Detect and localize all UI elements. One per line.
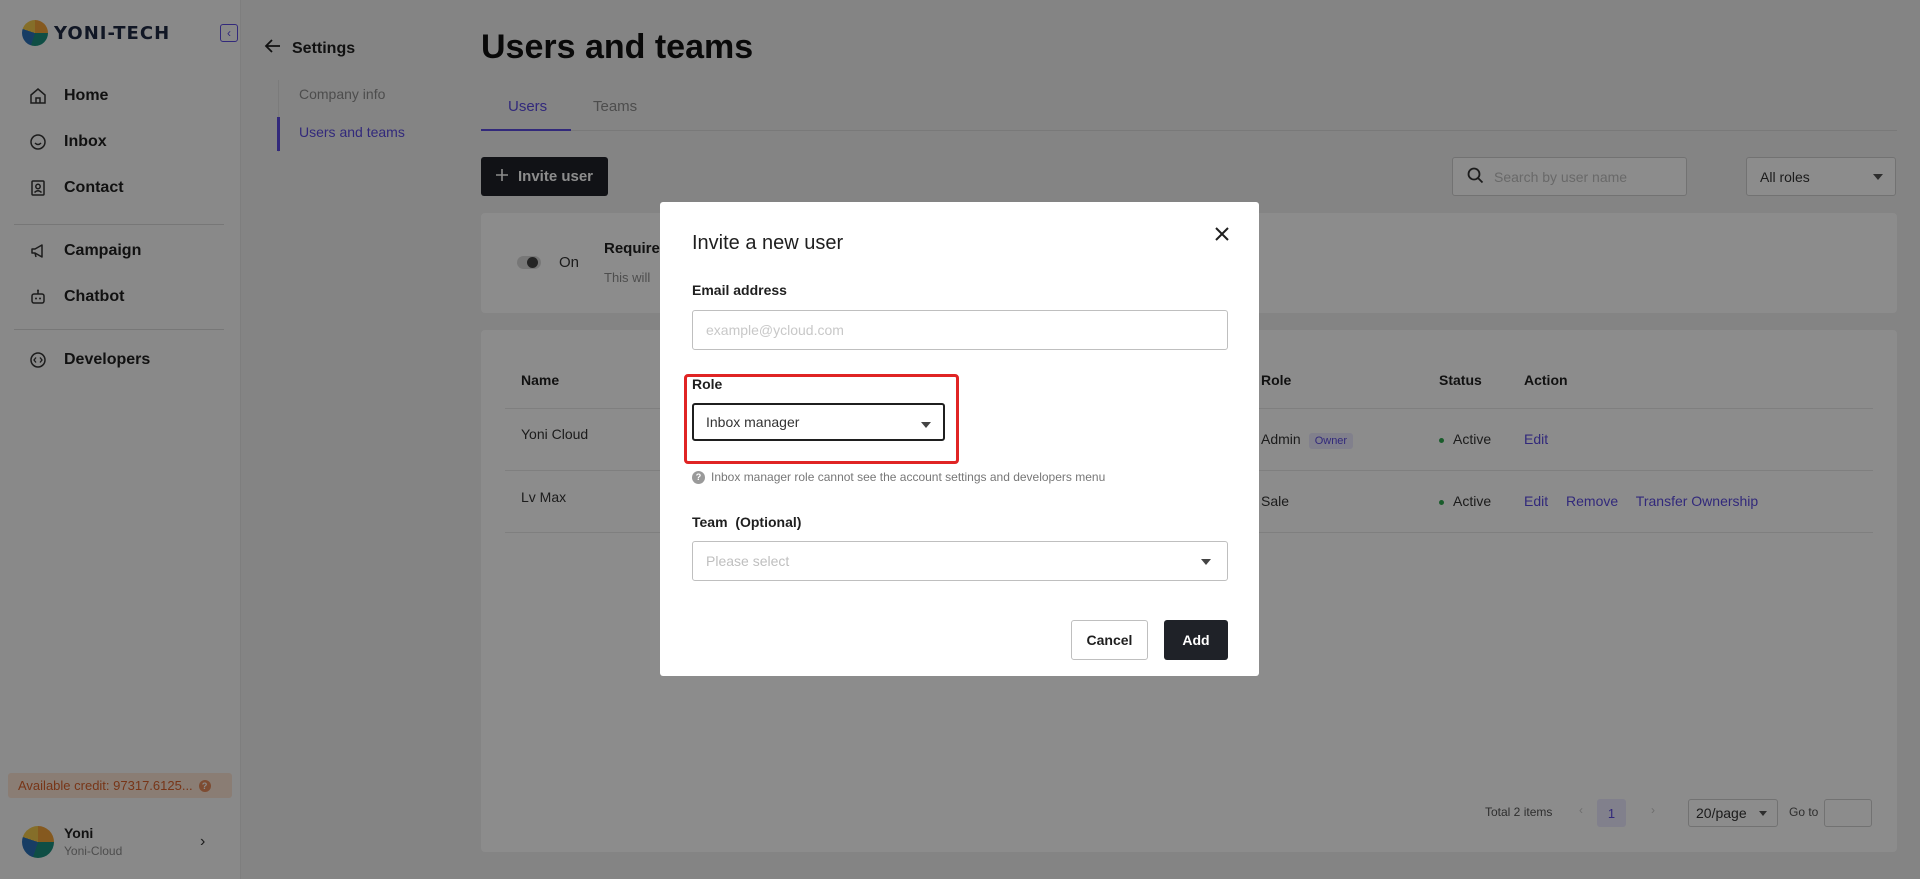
role-select[interactable]: Inbox manager: [692, 403, 945, 441]
role-label: Role: [692, 376, 723, 392]
team-select-placeholder: Please select: [706, 553, 790, 569]
email-label: Email address: [692, 282, 787, 298]
close-button[interactable]: [1210, 224, 1234, 248]
close-icon: [1214, 226, 1230, 247]
caret-down-icon: [1201, 559, 1211, 565]
role-select-value: Inbox manager: [706, 414, 800, 430]
email-field[interactable]: [692, 310, 1228, 350]
caret-down-icon: [921, 422, 931, 428]
modal-title: Invite a new user: [692, 232, 844, 254]
add-button[interactable]: Add: [1164, 620, 1228, 660]
team-select[interactable]: Please select: [692, 541, 1228, 581]
role-hint-text: Inbox manager role cannot see the accoun…: [711, 470, 1106, 484]
role-hint: ? Inbox manager role cannot see the acco…: [692, 470, 1105, 484]
team-label: Team (Optional): [692, 514, 802, 530]
cancel-button[interactable]: Cancel: [1071, 620, 1148, 660]
invite-user-modal: Invite a new user Email address Role Inb…: [660, 202, 1259, 676]
question-icon: ?: [692, 470, 705, 484]
